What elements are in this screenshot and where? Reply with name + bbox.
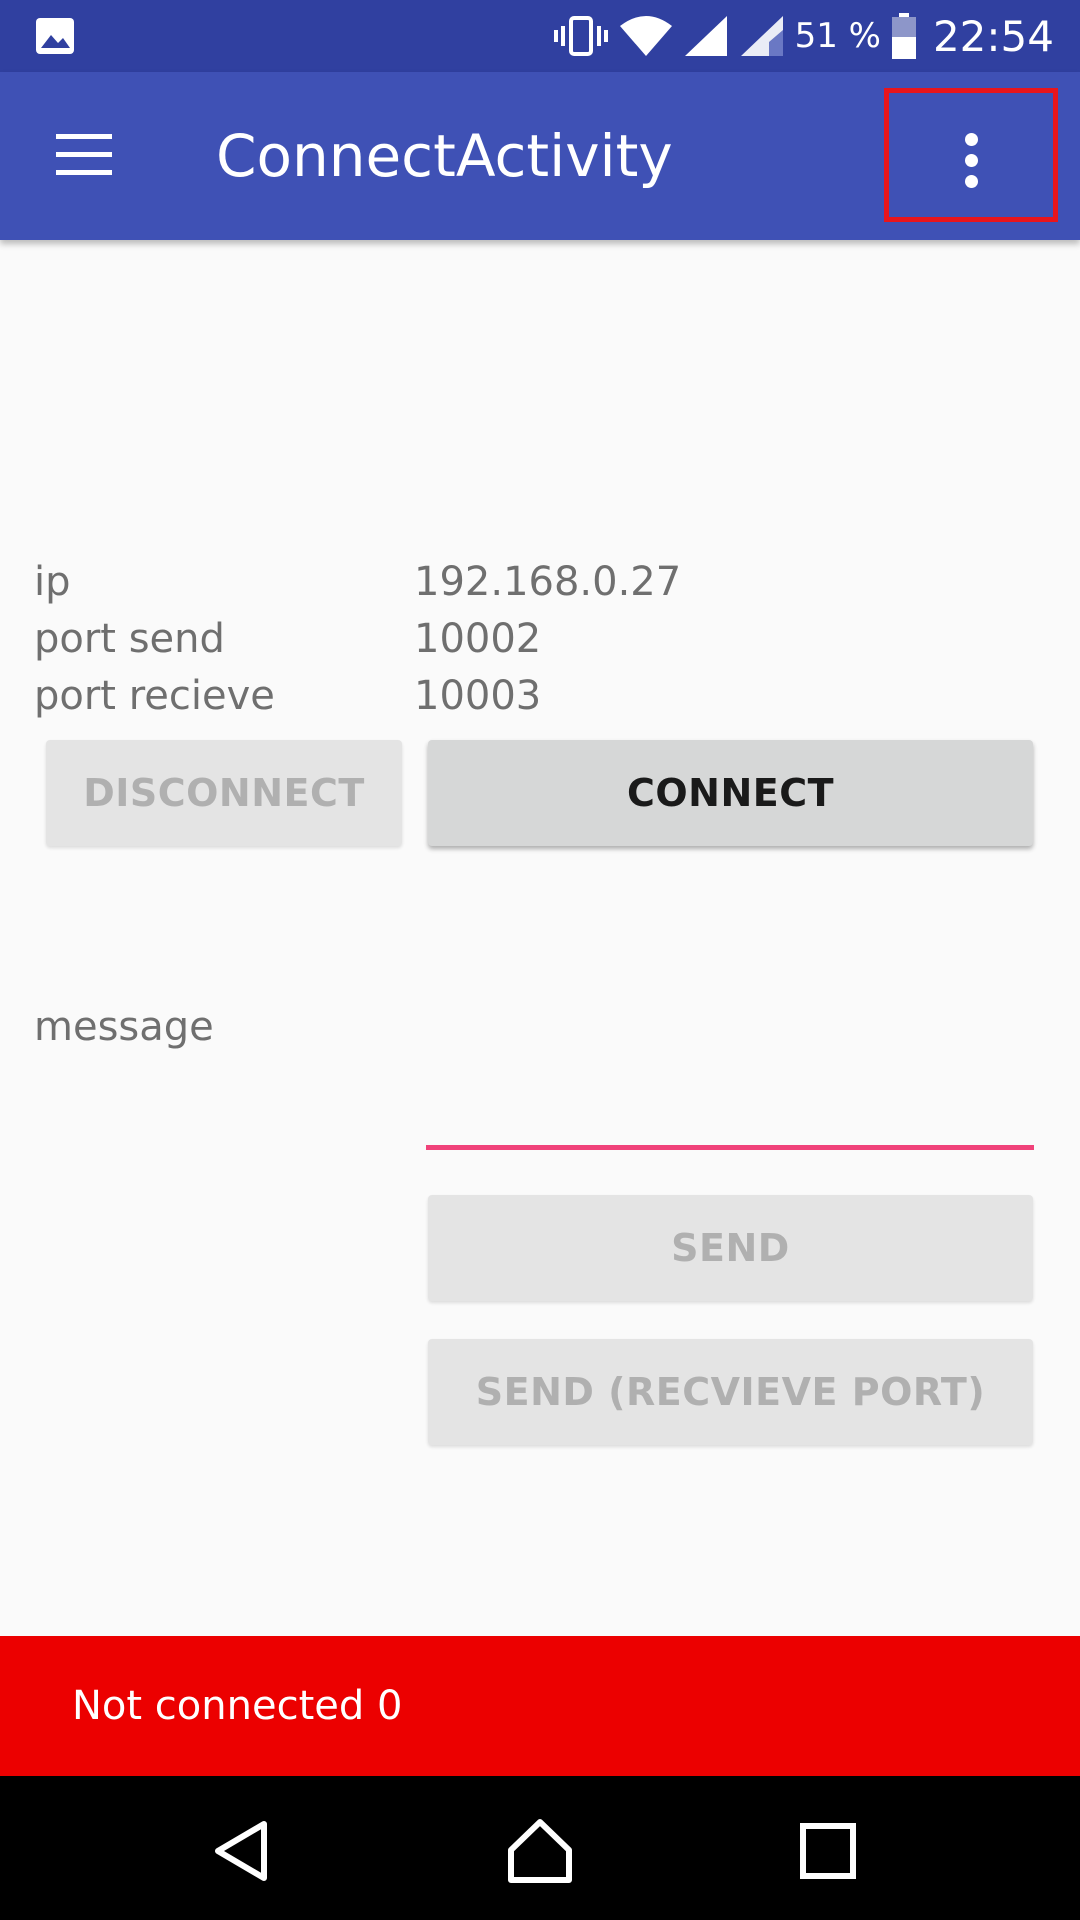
message-input[interactable] (426, 1110, 1034, 1150)
overflow-menu-button[interactable] (884, 88, 1058, 222)
port-receive-value: 10003 (414, 673, 542, 719)
clock: 22:54 (932, 11, 1054, 61)
home-icon[interactable] (505, 1816, 575, 1886)
back-icon[interactable] (206, 1816, 276, 1886)
recents-icon[interactable] (793, 1816, 863, 1886)
port-send-value: 10002 (414, 616, 542, 662)
app-bar: ConnectActivity (0, 72, 1080, 240)
battery-percent: 51 % (794, 16, 881, 56)
status-bar: 51 % 22:54 (0, 0, 1080, 72)
status-snackbar: Not connected 0 (0, 1636, 1080, 1776)
more-vertical-icon[interactable] (965, 133, 979, 196)
hamburger-menu-icon[interactable] (56, 134, 112, 176)
signal-icon-2 (740, 16, 783, 56)
page-title: ConnectActivity (216, 122, 673, 190)
disconnect-button[interactable]: DISCONNECT (46, 740, 402, 846)
gallery-icon (36, 18, 74, 54)
battery-icon (891, 13, 916, 59)
snackbar-text: Not connected 0 (72, 1683, 403, 1729)
connect-button[interactable]: CONNECT (428, 740, 1033, 846)
ip-label: ip (34, 559, 71, 605)
message-label: message (34, 1004, 214, 1050)
send-button[interactable]: SEND (428, 1195, 1033, 1301)
ip-value: 192.168.0.27 (414, 559, 682, 605)
port-send-label: port send (34, 616, 225, 662)
port-receive-label: port recieve (34, 673, 275, 719)
send-receive-port-button[interactable]: SEND (RECVIEVE PORT) (428, 1339, 1033, 1445)
wifi-icon (619, 16, 672, 56)
signal-icon (684, 16, 727, 56)
vibrate-icon (553, 16, 608, 56)
navigation-bar (0, 1776, 1080, 1920)
